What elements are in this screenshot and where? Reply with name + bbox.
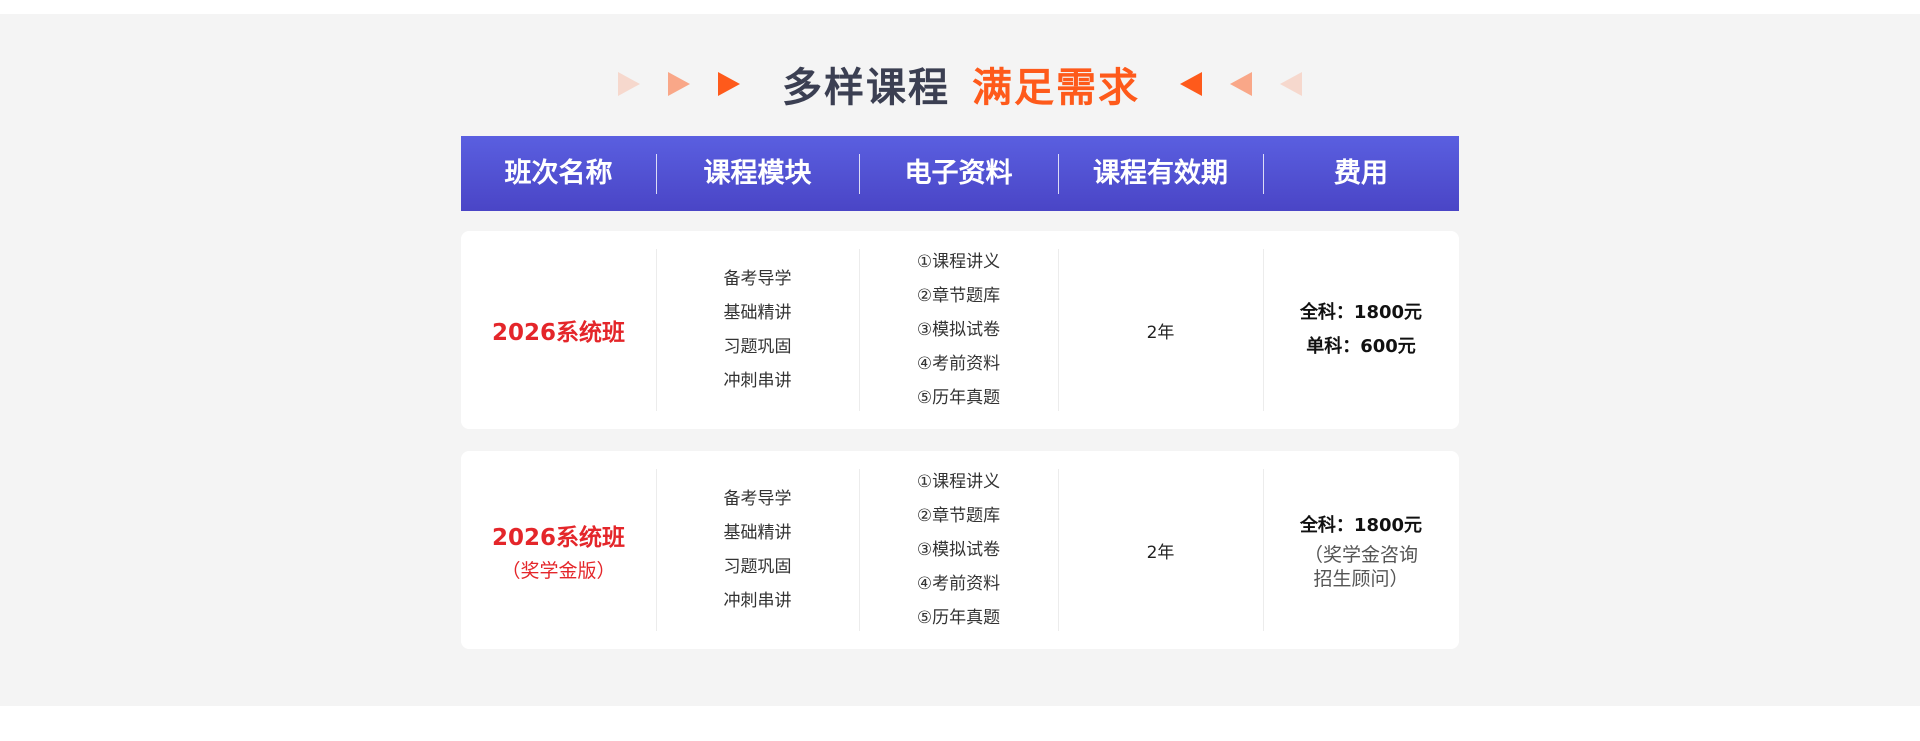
arrow-left-icon (1280, 72, 1302, 96)
class-subtitle: （奖学金版） (501, 559, 616, 582)
column-header-class-name: 班次名称 (504, 157, 613, 189)
module-item: 习题巩固 (723, 557, 792, 577)
materials-cell: ①课程讲义 ②章节题库 ③模拟试卷 ④考前资料 ⑤历年真题 (859, 469, 1058, 631)
class-name: 2026系统班 (491, 320, 625, 346)
headline-title: 多样课程 (782, 65, 950, 111)
fee-note: （奖学金咨询招生顾问） (1303, 544, 1418, 590)
fee-line: 全科：1800元 (1299, 302, 1423, 323)
arrow-right-icon (668, 72, 690, 96)
table-row: 2026系统班 备考导学 基础精讲 习题巩固 冲刺串讲 ①课程讲义 ②章节题库 … (461, 231, 1459, 429)
material-item: ⑤历年真题 (916, 608, 1001, 628)
material-item: ⑤历年真题 (916, 388, 1001, 408)
class-name-cell: 2026系统班 (461, 249, 656, 411)
module-item: 冲刺串讲 (723, 591, 792, 611)
material-item: ④考前资料 (916, 354, 1001, 374)
module-item: 冲刺串讲 (723, 371, 792, 391)
arrow-left-icon (1230, 72, 1252, 96)
module-item: 备考导学 (723, 269, 792, 289)
validity-value: 2年 (1146, 542, 1175, 563)
fee-cell: 全科：1800元 （奖学金咨询招生顾问） (1263, 469, 1459, 631)
arrow-right-icon (618, 72, 640, 96)
section-headline: 多样课程 满足需求 (0, 56, 1920, 112)
left-arrows (604, 72, 754, 96)
column-header-fee: 费用 (1263, 153, 1459, 194)
module-item: 习题巩固 (723, 337, 792, 357)
class-name-cell: 2026系统班 （奖学金版） (461, 469, 656, 631)
column-header-validity: 课程有效期 (1058, 153, 1263, 194)
table-header: 班次名称 课程模块 电子资料 课程有效期 费用 (461, 136, 1459, 211)
material-item: ②章节题库 (916, 286, 1001, 306)
module-item: 基础精讲 (723, 303, 792, 323)
material-item: ②章节题库 (916, 506, 1001, 526)
validity-cell: 2年 (1058, 469, 1263, 631)
course-table: 班次名称 课程模块 电子资料 课程有效期 费用 2026系统班 备考导学 基础精… (461, 136, 1459, 649)
material-item: ①课程讲义 (916, 252, 1001, 272)
right-arrows (1166, 72, 1316, 96)
column-header-modules: 课程模块 (656, 153, 859, 194)
module-item: 备考导学 (723, 489, 792, 509)
module-item: 基础精讲 (723, 523, 792, 543)
headline-accent-title: 满足需求 (972, 65, 1140, 111)
materials-cell: ①课程讲义 ②章节题库 ③模拟试卷 ④考前资料 ⑤历年真题 (859, 249, 1058, 411)
validity-value: 2年 (1146, 322, 1175, 343)
material-item: ③模拟试卷 (916, 320, 1001, 340)
arrow-right-icon (718, 72, 740, 96)
material-item: ④考前资料 (916, 574, 1001, 594)
column-header-materials: 电子资料 (859, 153, 1058, 194)
fee-line: 单科：600元 (1306, 336, 1416, 357)
table-row: 2026系统班 （奖学金版） 备考导学 基础精讲 习题巩固 冲刺串讲 ①课程讲义… (461, 451, 1459, 649)
validity-cell: 2年 (1058, 249, 1263, 411)
modules-cell: 备考导学 基础精讲 习题巩固 冲刺串讲 (656, 469, 859, 631)
fee-line: 全科：1800元 (1299, 515, 1423, 536)
class-name: 2026系统班 (491, 524, 625, 551)
material-item: ①课程讲义 (916, 472, 1001, 492)
arrow-left-icon (1180, 72, 1202, 96)
material-item: ③模拟试卷 (916, 540, 1001, 560)
fee-cell: 全科：1800元 单科：600元 (1263, 249, 1459, 411)
modules-cell: 备考导学 基础精讲 习题巩固 冲刺串讲 (656, 249, 859, 411)
